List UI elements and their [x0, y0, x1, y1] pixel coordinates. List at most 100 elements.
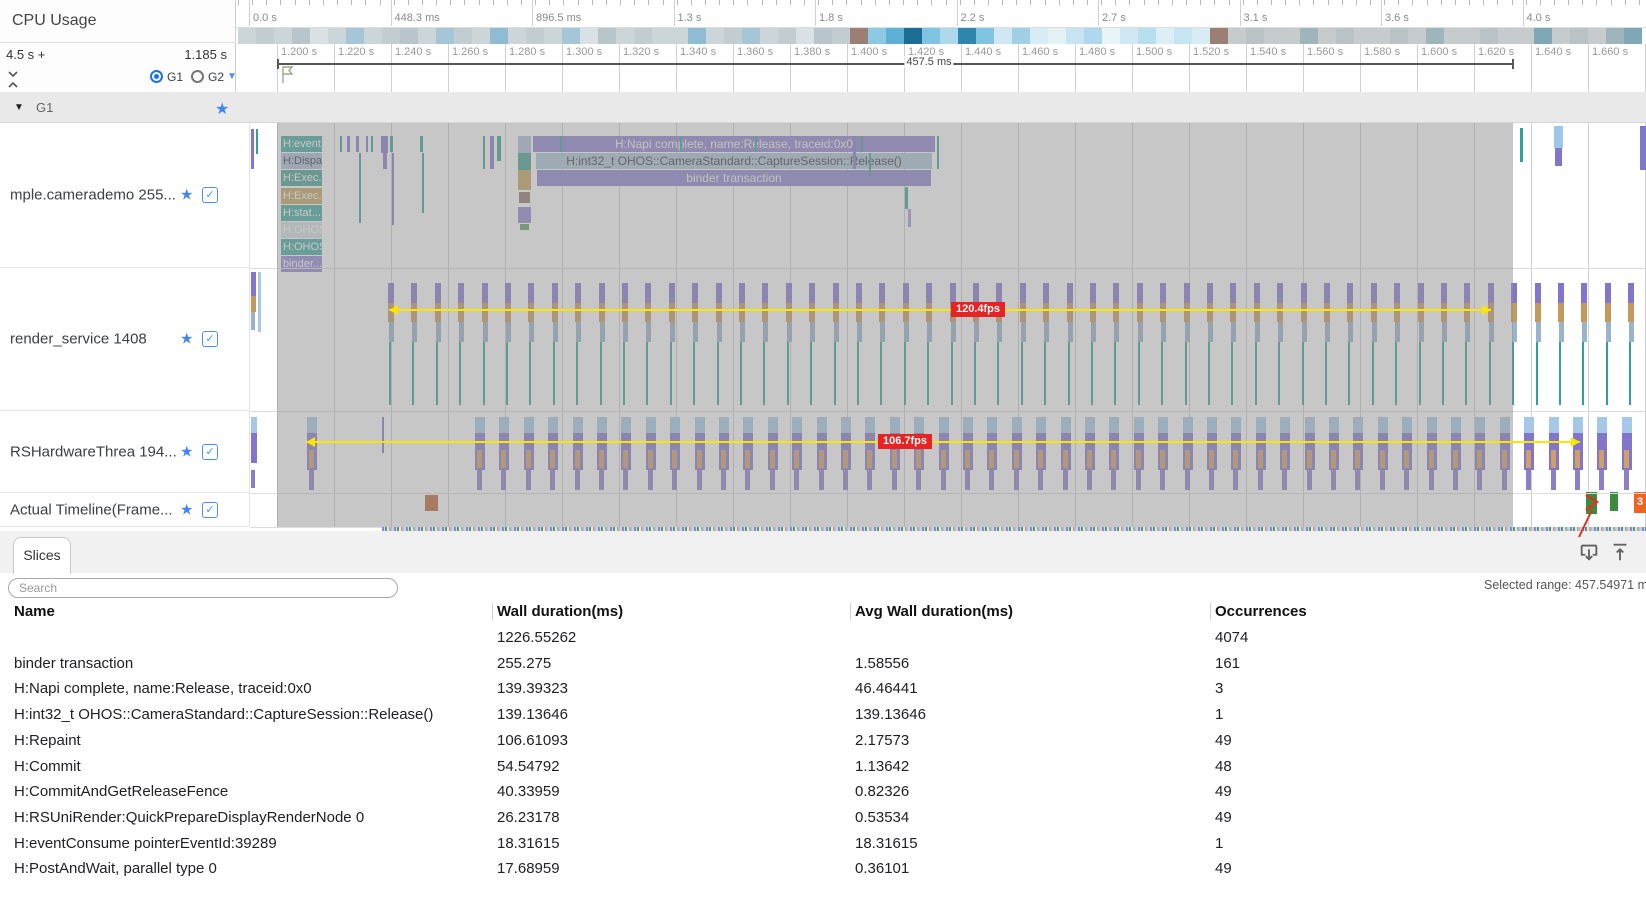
slice[interactable]	[1597, 417, 1607, 433]
table-row[interactable]: H:int32_t OHOS::CameraStandard::CaptureS…	[0, 706, 1646, 731]
frame-block[interactable]: 3	[1634, 492, 1646, 513]
slice[interactable]	[1605, 303, 1611, 322]
table-row[interactable]: H:CommitAndGetReleaseFence40.339590.8232…	[0, 783, 1646, 808]
slice[interactable]	[1581, 303, 1587, 322]
cpu-strip-cell	[562, 28, 580, 44]
slice[interactable]	[1605, 283, 1611, 303]
slice[interactable]	[1536, 322, 1541, 342]
table-cell: 26.23178	[497, 809, 560, 826]
table-row[interactable]: binder transaction255.2751.58556161	[0, 655, 1646, 680]
slice[interactable]	[1551, 470, 1556, 490]
slice[interactable]	[1558, 303, 1564, 322]
table-row[interactable]: H:Repaint106.610932.1757349	[0, 732, 1646, 757]
slice[interactable]	[1606, 342, 1608, 405]
slice[interactable]	[1551, 450, 1556, 468]
slice[interactable]	[1581, 283, 1587, 303]
column-separator	[850, 603, 851, 620]
track-row-label[interactable]: RSHardwareThrea 194...★✓	[0, 411, 250, 493]
slice[interactable]	[1582, 342, 1584, 405]
table-row[interactable]: H:RSUniRender:QuickPrepareDisplayRenderN…	[0, 809, 1646, 834]
fps-badge[interactable]: 120.4fps	[951, 302, 1005, 317]
slice[interactable]	[1573, 417, 1583, 433]
slice[interactable]	[1628, 283, 1634, 303]
group-header-g1[interactable]: ▼ G1 ★	[0, 92, 1646, 123]
track-star-icon[interactable]: ★	[180, 332, 193, 347]
radio-g2[interactable]	[191, 70, 204, 83]
slice[interactable]	[1520, 128, 1523, 162]
flag-icon[interactable]	[279, 64, 297, 89]
track-checkbox[interactable]: ✓	[202, 187, 218, 203]
slice[interactable]	[251, 272, 256, 296]
slice[interactable]	[251, 129, 254, 169]
column-header[interactable]: Avg Wall duration(ms)	[855, 603, 1013, 620]
group-collapse-icon[interactable]: ▼	[14, 102, 24, 113]
slice[interactable]	[251, 470, 255, 488]
column-header[interactable]: Occurrences	[1215, 603, 1307, 620]
table-row[interactable]: H:Napi complete, name:Release, traceid:0…	[0, 680, 1646, 705]
slice[interactable]	[1599, 450, 1604, 468]
slice[interactable]	[1559, 342, 1561, 405]
slice[interactable]	[1554, 126, 1563, 148]
cpu-usage-strip[interactable]	[0, 0, 1646, 44]
fps-badge[interactable]: 106.7fps	[878, 434, 932, 449]
track-star-icon[interactable]: ★	[180, 502, 193, 517]
search-input[interactable]	[8, 578, 398, 598]
slice[interactable]	[1606, 322, 1611, 342]
track-row-label[interactable]: render_service 1408★✓	[0, 268, 250, 411]
slice[interactable]	[1535, 283, 1541, 303]
slice[interactable]	[251, 417, 257, 433]
slice[interactable]	[1628, 303, 1634, 322]
slice[interactable]	[251, 433, 257, 463]
track-checkbox[interactable]: ✓	[202, 331, 218, 347]
group-star-icon[interactable]: ★	[215, 99, 229, 119]
cpu-strip-cell	[454, 28, 472, 44]
track-checkbox[interactable]: ✓	[202, 444, 218, 460]
track-row-label[interactable]: Actual Timeline(Frame...★✓	[0, 493, 250, 527]
group-dropdown-caret-icon[interactable]: ▼	[227, 71, 237, 82]
slice[interactable]	[256, 129, 258, 154]
track-row-label[interactable]: mple.camerademo 255...★✓	[0, 123, 250, 268]
cpu-strip-cell	[1156, 28, 1174, 44]
slice[interactable]	[1559, 322, 1564, 342]
table-row[interactable]: H:Commit54.547921.1364248	[0, 758, 1646, 783]
slice[interactable]	[1640, 126, 1646, 170]
radio-g2-label[interactable]: G2	[208, 70, 224, 84]
column-header[interactable]: Name	[14, 603, 55, 620]
slice[interactable]	[1535, 303, 1541, 322]
slice[interactable]	[1582, 322, 1587, 342]
slice[interactable]	[1555, 148, 1562, 166]
slice[interactable]	[1549, 417, 1559, 433]
zoom-ruler-label: 1.480 s	[1079, 46, 1115, 58]
slice[interactable]	[1526, 470, 1531, 490]
dock-bottom-icon[interactable]	[1578, 541, 1600, 568]
table-row[interactable]: H:eventConsume pointerEventId:3928918.31…	[0, 835, 1646, 860]
track-star-icon[interactable]: ★	[180, 444, 193, 459]
slice[interactable]	[251, 296, 256, 312]
column-header[interactable]: Wall duration(ms)	[497, 603, 623, 620]
slice[interactable]	[1526, 450, 1531, 468]
table-row[interactable]: 1226.552624074	[0, 629, 1646, 654]
cpu-strip-cell	[310, 28, 328, 44]
slice[interactable]	[1629, 322, 1634, 342]
radio-g1[interactable]	[150, 70, 163, 83]
slice[interactable]	[258, 272, 261, 332]
frame-block[interactable]	[1610, 492, 1618, 511]
frame-block[interactable]	[1586, 492, 1597, 514]
slice[interactable]	[1624, 470, 1629, 490]
slice[interactable]	[1536, 342, 1538, 405]
slice[interactable]	[251, 312, 255, 330]
slice[interactable]	[1622, 417, 1632, 433]
slice[interactable]	[1524, 417, 1534, 433]
slice[interactable]	[1599, 470, 1604, 490]
slice[interactable]	[1624, 450, 1629, 468]
table-row[interactable]: H:PostAndWait, parallel type 017.689590.…	[0, 860, 1646, 885]
slice[interactable]	[1575, 470, 1580, 490]
track-checkbox[interactable]: ✓	[202, 502, 218, 518]
slice[interactable]	[1575, 450, 1580, 468]
tab-slices[interactable]: Slices	[13, 537, 71, 574]
radio-g1-label[interactable]: G1	[167, 70, 183, 84]
slice[interactable]	[1558, 283, 1564, 303]
collapse-up-icon[interactable]	[1609, 541, 1631, 568]
track-star-icon[interactable]: ★	[180, 188, 193, 203]
slice[interactable]	[1629, 342, 1631, 405]
